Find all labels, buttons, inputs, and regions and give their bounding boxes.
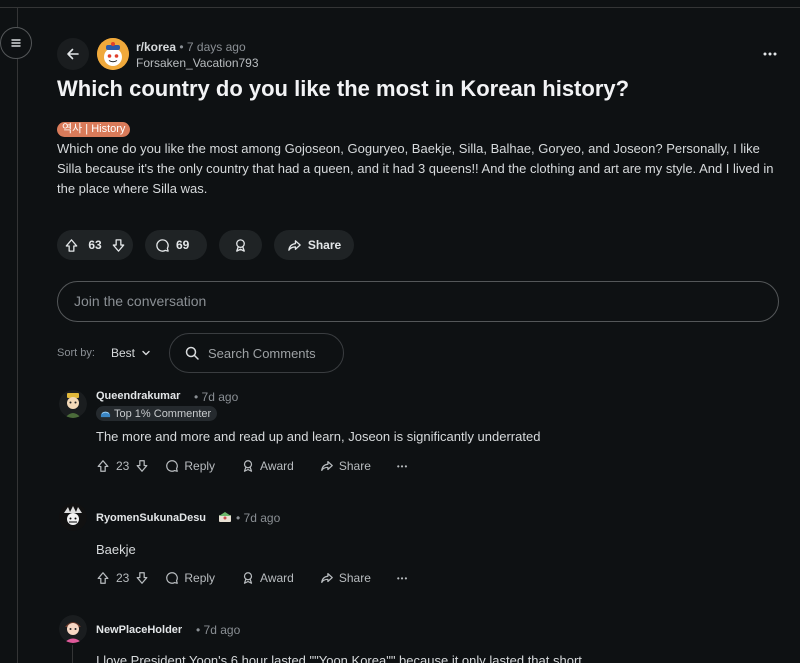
share-label: Share: [338, 571, 371, 585]
search-placeholder: Search Comments: [208, 345, 316, 361]
post-meta: r/korea • 7 days ago: [136, 40, 246, 54]
award-label: Award: [260, 571, 294, 585]
avatar[interactable]: [59, 390, 87, 418]
left-sidebar-rail: [0, 8, 18, 663]
sidebar-menu-button[interactable]: [0, 27, 32, 59]
avatar[interactable]: [59, 503, 87, 531]
comment-time: • 7d ago: [194, 390, 238, 404]
post-share-label: Share: [307, 238, 342, 252]
share-button[interactable]: Share: [320, 571, 371, 585]
share-button[interactable]: Share: [320, 459, 371, 473]
post-time: 7 days ago: [186, 40, 246, 54]
comment-icon: [166, 572, 179, 584]
chevron-down-icon: [142, 350, 150, 356]
post-more-button[interactable]: [756, 44, 784, 64]
post-body: Which one do you like the most among Goj…: [57, 141, 774, 196]
top-commenter-badge: Top 1% Commenter: [96, 406, 218, 421]
comment-more-button[interactable]: •••: [397, 462, 408, 471]
comment-username[interactable]: Queendrakumar: [96, 390, 180, 402]
post-vote-bar: 63: [57, 230, 133, 260]
comment-text: The more and more and read up and learn,…: [96, 429, 541, 444]
comment-vote-count: 23: [116, 571, 130, 585]
badge-label: Top 1% Commenter: [114, 407, 212, 420]
upvote-icon[interactable]: [64, 238, 79, 253]
badge-icon: [100, 411, 111, 418]
search-comments-input[interactable]: Search Comments: [169, 333, 344, 373]
post-comments-button[interactable]: 69: [145, 230, 207, 260]
post-vote-count: 63: [88, 238, 102, 252]
sort-label: Sort by:: [57, 347, 95, 359]
reply-button[interactable]: Reply: [165, 571, 215, 585]
award-button[interactable]: Award: [241, 571, 294, 585]
downvote-icon[interactable]: [135, 571, 149, 585]
comment-vote-count: 23: [116, 459, 130, 473]
meta-separator: •: [179, 40, 184, 54]
downvote-icon[interactable]: [111, 238, 126, 253]
award-button[interactable]: Award: [241, 459, 294, 473]
join-conversation-input[interactable]: Join the conversation: [57, 281, 779, 322]
comment-actions: 23 Reply Award Share •••: [96, 569, 408, 587]
comment-more-button[interactable]: •••: [397, 574, 408, 583]
upvote-icon[interactable]: [96, 571, 110, 585]
reply-button[interactable]: Reply: [165, 459, 215, 473]
post-flair[interactable]: 역사 | History: [57, 122, 131, 137]
subreddit-name[interactable]: r/korea: [136, 40, 176, 54]
award-icon: [236, 238, 245, 252]
back-arrow-icon: [67, 48, 79, 60]
back-button[interactable]: [57, 38, 89, 70]
reply-label: Reply: [184, 571, 216, 585]
post-title: Which country do you like the most in Ko…: [57, 76, 630, 101]
thread-line: [72, 645, 73, 663]
share-icon: [320, 573, 333, 583]
award-icon: [243, 572, 253, 584]
comment-time-text: 7d ago: [201, 390, 239, 404]
comment-icon: [166, 460, 179, 472]
post-comment-count: 69: [176, 238, 190, 252]
more-icon: [763, 52, 777, 56]
comment-text: Baekje: [96, 542, 136, 557]
comment-username[interactable]: RyomenSukunaDesu: [96, 512, 206, 524]
share-label: Share: [338, 459, 371, 473]
meta-separator: •: [236, 511, 241, 525]
upvote-icon[interactable]: [96, 459, 110, 473]
award-label: Award: [260, 459, 294, 473]
comment-text: I love President Yoon's 6 hour lasted ""…: [96, 653, 582, 663]
meta-separator: •: [194, 390, 199, 404]
comment-username[interactable]: NewPlaceHolder: [96, 624, 182, 636]
downvote-icon[interactable]: [135, 459, 149, 473]
sort-dropdown[interactable]: Best: [111, 346, 151, 360]
share-icon: [320, 461, 333, 471]
post-share-button[interactable]: Share: [274, 230, 354, 260]
comment-actions: 23 Reply Award Share •••: [96, 457, 408, 475]
meta-separator: •: [196, 623, 201, 637]
post-author[interactable]: Forsaken_Vacation793: [136, 56, 259, 70]
search-icon: [185, 346, 199, 360]
user-flair-icon: [218, 510, 232, 528]
comment-time-text: 7d ago: [243, 511, 281, 525]
top-divider: [0, 7, 800, 8]
comment-time: • 7d ago: [196, 623, 240, 637]
comment-time-text: 7d ago: [203, 623, 241, 637]
post-award-button[interactable]: [219, 230, 262, 260]
sort-value: Best: [111, 346, 136, 360]
avatar[interactable]: [59, 615, 87, 643]
reply-label: Reply: [184, 459, 216, 473]
award-icon: [243, 460, 253, 472]
comment-icon: [156, 238, 169, 252]
subreddit-avatar[interactable]: [97, 38, 129, 70]
share-icon: [288, 239, 301, 251]
comment-time: • 7d ago: [236, 511, 280, 525]
menu-icon: [11, 39, 21, 47]
